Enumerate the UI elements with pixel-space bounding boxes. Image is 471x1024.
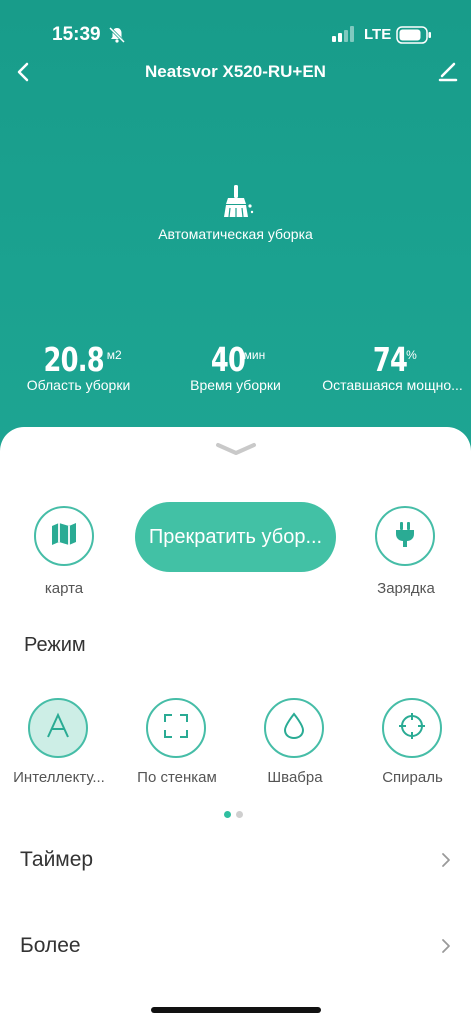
stat-clean-time: 40мин Время уборки <box>157 340 314 393</box>
stat-label: Область уборки <box>26 377 131 393</box>
control-sheet: карта Прекратить убор... Зарядка Режим И… <box>0 427 471 1024</box>
stat-remaining-power: 74% Оставшаяся мощно... <box>314 340 471 393</box>
mode-label: Спираль <box>382 769 443 786</box>
charge-label: Зарядка <box>377 580 435 597</box>
current-mode-label: Автоматическая уборка <box>158 226 313 242</box>
device-title: Neatsvor X520-RU+EN <box>145 62 326 81</box>
bell-muted-icon <box>108 26 126 49</box>
mode-section-title: Режим <box>24 634 86 656</box>
mode-label: Швабра <box>267 769 323 786</box>
letter-a-icon <box>43 711 73 746</box>
mode-spiral-button[interactable] <box>382 698 442 758</box>
stat-clean-area: 20.8 м2 Область уборки <box>0 340 157 393</box>
mode-mop-button[interactable] <box>264 698 324 758</box>
stat-value: 40 <box>210 340 246 379</box>
network-type: LTE <box>364 26 392 43</box>
device-header-panel: 15:39 LTE Neatsvor X520-RU+EN Автоматиче… <box>0 0 471 470</box>
map-button[interactable] <box>34 506 94 566</box>
chevron-right-icon <box>440 852 452 873</box>
stat-value: 74 <box>373 340 408 379</box>
chevron-right-icon <box>440 938 452 959</box>
timer-label: Таймер <box>20 848 94 871</box>
stat-unit: мин <box>243 348 266 362</box>
mode-intelligent-button[interactable] <box>28 698 88 758</box>
broom-icon <box>218 184 254 225</box>
plug-icon <box>390 519 420 554</box>
timer-row[interactable]: Таймер <box>0 832 471 888</box>
stat-label: Время уборки <box>190 377 281 393</box>
status-bar: 15:39 LTE <box>0 20 471 50</box>
battery-icon <box>396 26 432 49</box>
more-label: Более <box>20 934 81 957</box>
map-label: карта <box>44 580 84 597</box>
page-dot <box>236 811 243 818</box>
pencil-icon[interactable] <box>436 60 460 84</box>
stat-label: Оставшаяся мощно... <box>322 377 463 393</box>
signal-icon <box>332 26 356 47</box>
stat-unit: м2 <box>106 348 122 362</box>
stat-value: 20.8 <box>43 340 105 379</box>
home-indicator[interactable] <box>151 1007 321 1013</box>
map-icon <box>49 519 79 554</box>
chevron-down-icon[interactable] <box>214 441 258 462</box>
status-time: 15:39 <box>52 24 101 45</box>
mode-label: По стенкам <box>137 769 217 786</box>
page-dot-active <box>224 811 231 818</box>
mode-label: Интеллекту... <box>13 769 105 786</box>
stat-unit: % <box>406 348 417 362</box>
mode-edge-button[interactable] <box>146 698 206 758</box>
stop-cleaning-button[interactable]: Прекратить убор... <box>135 502 336 572</box>
nav-bar: Neatsvor X520-RU+EN <box>0 56 471 90</box>
mode-page-indicator <box>224 805 248 823</box>
charge-button[interactable] <box>375 506 435 566</box>
more-row[interactable]: Более <box>0 918 471 974</box>
edge-frame-icon <box>161 711 191 746</box>
spiral-target-icon <box>397 711 427 746</box>
water-drop-icon <box>279 711 309 746</box>
